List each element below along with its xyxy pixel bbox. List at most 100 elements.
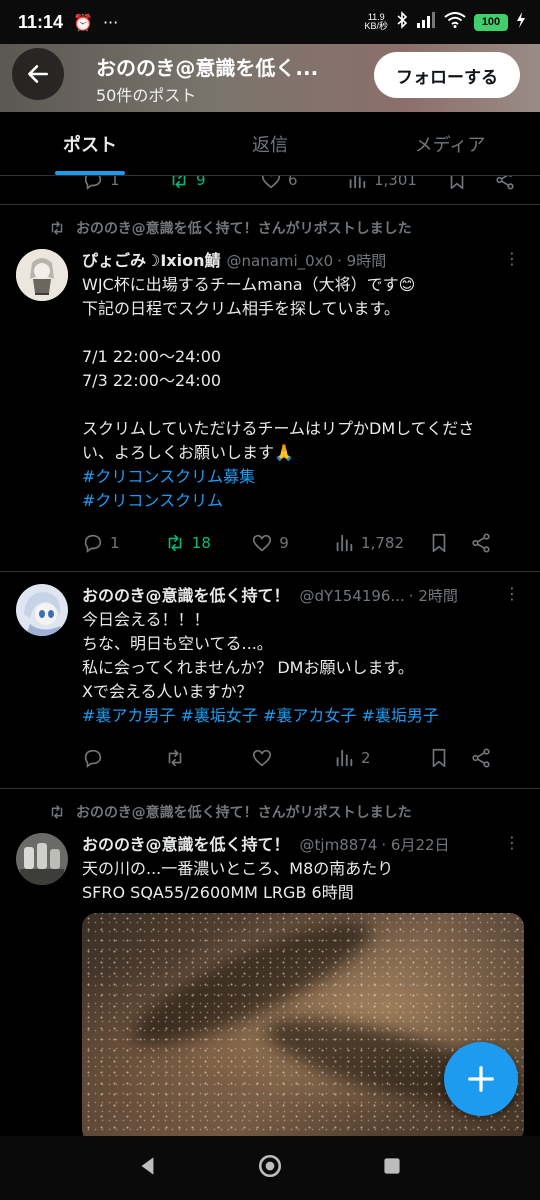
heart-icon xyxy=(253,534,272,552)
bookmark-button[interactable] xyxy=(428,747,470,769)
tweet-action-bar: 1 9 6 1,301 xyxy=(0,176,540,190)
repost-button[interactable]: 18 xyxy=(164,532,251,554)
like-button[interactable] xyxy=(251,747,333,769)
reply-button[interactable] xyxy=(82,747,164,769)
author-name[interactable]: ぴょごみ☽Ixion鯖 xyxy=(82,247,221,271)
plus-icon xyxy=(468,1066,494,1092)
repost-button[interactable]: 9 xyxy=(168,176,260,191)
avatar[interactable] xyxy=(16,833,68,885)
tweet-line: スクリムしていただけるチームはリプかDMしてくださ xyxy=(82,419,475,438)
more-options-icon[interactable]: ⋮ xyxy=(504,584,520,604)
nav-home-button[interactable] xyxy=(257,1153,283,1183)
tweet-action-bar: 1 18 9 1,782 xyxy=(82,525,516,561)
repost-count: 9 xyxy=(196,176,206,189)
tweet-line: 私に会ってくれませんか？ DMお願いします。 xyxy=(82,658,414,677)
views-count: 1,782 xyxy=(361,534,404,552)
tweet-line xyxy=(82,321,516,345)
like-count: 9 xyxy=(279,534,289,552)
author-handle[interactable]: @dY154196... xyxy=(300,587,405,605)
profile-name: おののき@意識を低く... xyxy=(96,56,319,80)
author-name[interactable]: おののき@意識を低く持て！ xyxy=(82,831,290,855)
views-button[interactable]: 1,782 xyxy=(333,532,428,554)
status-time: 11:14 xyxy=(18,11,64,32)
triangle-back-icon xyxy=(141,1157,154,1175)
reply-button[interactable]: 1 xyxy=(82,176,168,191)
views-chart-icon xyxy=(336,749,353,767)
post-count: 50件のポスト xyxy=(96,86,197,105)
battery-indicator: 100 xyxy=(474,13,508,31)
net-speed: 11.9 KB/秒 xyxy=(364,13,388,31)
repost-icon xyxy=(51,805,63,819)
author-handle[interactable]: @tjm8874 xyxy=(300,836,378,854)
tweet-line: い、よろしくお願いします🙏 xyxy=(82,443,294,462)
heart-icon xyxy=(261,176,281,189)
repost-button[interactable] xyxy=(164,747,251,769)
share-button[interactable] xyxy=(494,176,516,191)
tweet-text: 天の川の...一番濃いところ、M8の南あたり SFRO SQA55/2600MM… xyxy=(82,857,516,905)
profile-tabs: ポスト 返信 メディア xyxy=(0,112,540,176)
reply-icon xyxy=(84,749,102,768)
views-count: 1,301 xyxy=(374,176,417,189)
tab-media[interactable]: メディア xyxy=(360,112,540,175)
share-icon xyxy=(472,748,490,768)
back-button[interactable] xyxy=(12,48,64,100)
hashtag-link[interactable]: #クリコンスクリム xyxy=(82,489,516,513)
avatar[interactable] xyxy=(16,249,68,301)
reply-icon xyxy=(84,176,102,190)
tweet-card[interactable]: ⋮ おののき@意識を低く持て！ @dY154196... · 2時間 今日会える… xyxy=(0,572,540,788)
tweet-line xyxy=(82,393,516,417)
net-speed-unit: KB/秒 xyxy=(364,21,388,31)
tweet-card[interactable]: おののき@意識を低く持て！さんがリポストしました ⋮ ぴょごみ☽Ixion鯖 @… xyxy=(0,205,540,571)
bluetooth-icon xyxy=(396,10,408,34)
views-chart-icon xyxy=(336,534,353,552)
like-button[interactable]: 6 xyxy=(260,176,346,191)
views-button[interactable]: 2 xyxy=(333,747,428,769)
repost-indicator: おののき@意識を低く持て！さんがリポストしました xyxy=(48,217,516,239)
more-options-icon[interactable]: ⋮ xyxy=(504,249,520,269)
like-button[interactable]: 9 xyxy=(251,532,333,554)
author-name[interactable]: おののき@意識を低く持て！ xyxy=(82,582,290,606)
nav-back-button[interactable] xyxy=(135,1153,161,1183)
tweet-action-bar: 2 xyxy=(82,740,516,776)
reply-button[interactable]: 1 xyxy=(82,532,164,554)
tweet-line: ちな、明日も空いてる...。 xyxy=(82,634,273,653)
tweet-text: 今日会える！！！ ちな、明日も空いてる...。 私に会ってくれませんか？ DMお… xyxy=(82,608,516,728)
repost-indicator-label: おののき@意識を低く持て！さんがリポストしました xyxy=(76,221,412,237)
nav-recents-button[interactable] xyxy=(379,1153,405,1183)
hashtag-link[interactable]: #クリコンスクリム募集 xyxy=(82,465,516,489)
bookmark-icon xyxy=(450,176,464,190)
hashtag-links[interactable]: #裏アカ男子 #裏垢女子 #裏アカ女子 #裏垢男子 xyxy=(82,704,516,728)
avatar-image xyxy=(16,833,68,885)
author-handle[interactable]: @nanami_0x0 xyxy=(227,252,334,270)
more-options-icon[interactable]: ⋮ xyxy=(504,833,520,853)
tweet-line: 今日会える！！！ xyxy=(82,610,210,629)
like-count: 6 xyxy=(288,176,298,189)
bookmark-button[interactable] xyxy=(428,532,470,554)
tweet-time: · 2時間 xyxy=(408,587,458,605)
reply-count: 1 xyxy=(110,534,120,552)
tweet-header: おののき@意識を低く持て！ @dY154196... · 2時間 xyxy=(82,582,516,608)
share-button[interactable] xyxy=(470,532,492,554)
share-button[interactable] xyxy=(470,747,492,769)
tweet-header: ぴょごみ☽Ixion鯖 @nanami_0x0 · 9時間 xyxy=(82,247,516,273)
share-icon xyxy=(496,176,514,190)
views-button[interactable]: 1,301 xyxy=(346,176,446,191)
repost-icon xyxy=(168,749,182,767)
tab-posts[interactable]: ポスト xyxy=(0,112,180,175)
tweet-text: WJC杯に出場するチームmana（大将）です😊 下記の日程でスクリム相手を探して… xyxy=(82,273,516,513)
bookmark-button[interactable] xyxy=(446,176,490,191)
bookmark-icon xyxy=(432,748,446,768)
avatar[interactable] xyxy=(16,584,68,636)
timeline-feed[interactable]: 1 9 6 1,301 おののき@意識を低く持て！さんがリポストしました ⋮ ぴ… xyxy=(0,176,540,1136)
follow-button[interactable]: フォローする xyxy=(374,52,520,98)
tweet-line: 下記の日程でスクリム相手を探しています。 xyxy=(82,299,400,318)
tab-replies[interactable]: 返信 xyxy=(180,112,360,175)
tweet-line: WJC杯に出場するチームmana（大将）です😊 xyxy=(82,275,416,294)
tweet-time: · 9時間 xyxy=(337,252,387,270)
tweet-line: 天の川の...一番濃いところ、M8の南あたり xyxy=(82,859,394,878)
tweet-line: SFRO SQA55/2600MM LRGB 6時間 xyxy=(82,883,354,902)
compose-post-button[interactable] xyxy=(444,1042,518,1116)
tweet-header: おののき@意識を低く持て！ @tjm8874 · 6月22日 xyxy=(82,831,516,857)
avatar-image xyxy=(16,584,68,636)
